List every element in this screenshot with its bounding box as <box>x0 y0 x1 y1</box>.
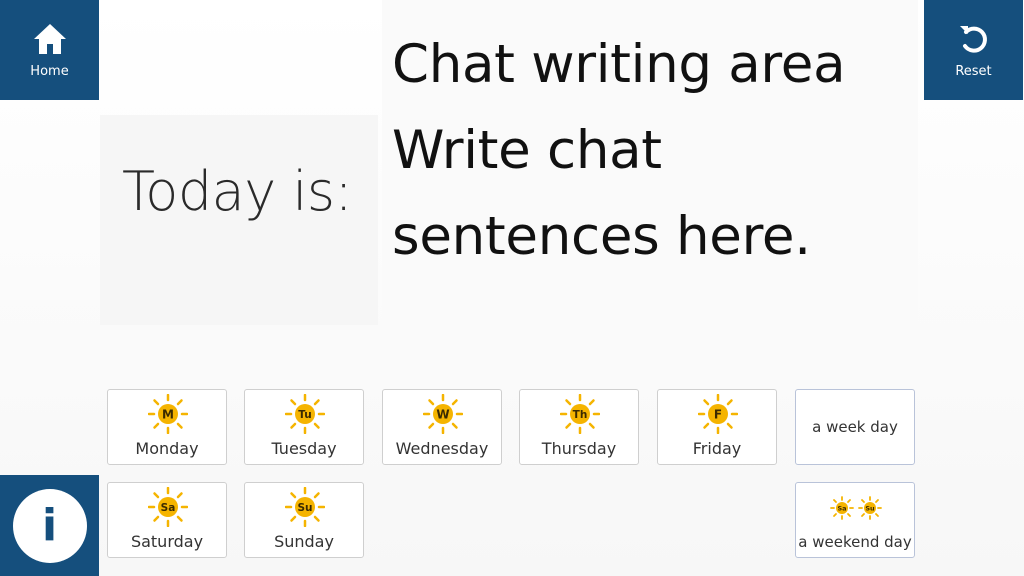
day-abbr: Tu <box>298 409 311 421</box>
weekend-abbr: Sa <box>837 505 846 513</box>
day-name: Sunday <box>274 532 334 551</box>
day-abbr: M <box>162 408 174 422</box>
reset-button[interactable]: Reset <box>924 0 1023 100</box>
chat-line: sentences here. <box>392 206 811 267</box>
day-abbr: F <box>714 408 722 422</box>
home-icon <box>32 22 68 60</box>
day-tile-saturday[interactable]: Sa Saturday <box>107 482 227 558</box>
sun-icon: F <box>698 394 738 434</box>
day-abbr: Su <box>297 502 312 514</box>
sun-icon: Su <box>285 487 325 527</box>
sun-icon: Th <box>560 394 600 434</box>
sun-icon: Tu <box>285 394 325 434</box>
day-abbr: Sa <box>161 502 176 514</box>
day-tile-sunday[interactable]: Su Sunday <box>244 482 364 558</box>
reset-icon <box>957 22 991 60</box>
weekend-label: a weekend day <box>798 533 912 551</box>
day-tile-wednesday[interactable]: W Wednesday <box>382 389 502 465</box>
day-name: Wednesday <box>395 439 489 458</box>
day-tile-tuesday[interactable]: Tu Tuesday <box>244 389 364 465</box>
today-label: Today is: <box>122 160 353 223</box>
weekday-category-tile[interactable]: a week day <box>795 389 915 465</box>
day-name: Tuesday <box>271 439 337 458</box>
day-tile-friday[interactable]: F Friday <box>657 389 777 465</box>
home-button[interactable]: Home <box>0 0 99 100</box>
sun-icon: Sa <box>148 487 188 527</box>
weekend-category-tile[interactable]: Sa Su a weekend day <box>795 482 915 558</box>
info-button[interactable]: i <box>0 475 99 576</box>
day-name: Thursday <box>541 439 617 458</box>
sun-icon: M <box>148 394 188 434</box>
chat-writing-area[interactable]: Chat writing area Write chat sentences h… <box>392 22 912 280</box>
day-tile-thursday[interactable]: Th Thursday <box>519 389 639 465</box>
day-name: Saturday <box>130 532 204 551</box>
info-symbol: i <box>41 500 58 551</box>
sun-icon: W <box>423 394 463 434</box>
day-tile-monday[interactable]: M Monday <box>107 389 227 465</box>
weekday-label: a week day <box>812 418 898 436</box>
day-name: Friday <box>692 439 742 458</box>
day-abbr: Th <box>573 409 588 421</box>
weekend-suns-icon: Sa Su <box>830 496 882 520</box>
chat-line: Write chat <box>392 120 662 181</box>
chat-line: Chat writing area <box>392 34 846 95</box>
reset-label: Reset <box>955 63 992 79</box>
day-name: Monday <box>135 439 199 458</box>
day-abbr: W <box>436 408 449 422</box>
weekend-abbr: Su <box>865 505 875 513</box>
info-icon: i <box>12 488 87 563</box>
home-label: Home <box>30 63 69 79</box>
